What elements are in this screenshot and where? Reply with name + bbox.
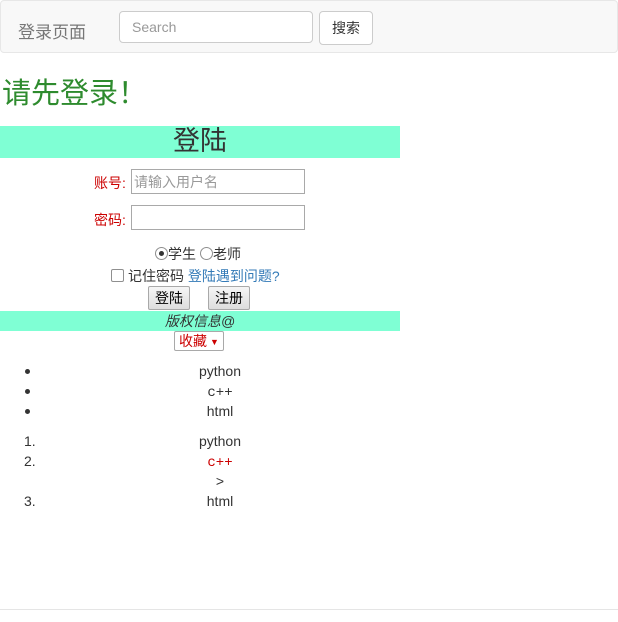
- password-input[interactable]: [131, 205, 305, 230]
- list-item-text: python: [198, 363, 242, 379]
- brand-title[interactable]: 登录页面: [18, 18, 86, 43]
- copyright-bar: 版权信息@: [0, 311, 400, 331]
- list-item: python: [0, 361, 440, 381]
- remember-row: 记住密码 登陆遇到问题?: [111, 266, 280, 286]
- favorite-select-value: 收藏: [179, 333, 207, 349]
- list-item: c++: [0, 381, 440, 401]
- list-item-text: html: [206, 403, 234, 419]
- list-item-text: html: [206, 493, 234, 509]
- register-button[interactable]: 注册: [208, 286, 250, 310]
- list-item-text: c++: [207, 385, 233, 401]
- login-panel: 登陆 账号: 密码: 学生 老师 记住密码 登陆遇到问题? 登陆 注册 版权信息@: [0, 126, 400, 331]
- list-item-text: c++: [207, 455, 233, 471]
- role-radio-group: 学生 老师: [155, 244, 241, 264]
- bullet-icon: [25, 409, 30, 414]
- list-item: html: [0, 401, 440, 421]
- role-student-label[interactable]: 学生: [168, 246, 196, 262]
- unordered-list: python c++ html: [0, 361, 440, 421]
- dropdown-arrow-icon: ▼: [210, 337, 219, 347]
- stray-text-row: >: [0, 471, 440, 491]
- remember-label[interactable]: 记住密码: [128, 268, 184, 284]
- list-number: 1.: [24, 433, 36, 449]
- list-number: 3.: [24, 493, 36, 509]
- login-panel-title: 登陆: [0, 126, 400, 158]
- login-help-link[interactable]: 登陆遇到问题?: [188, 268, 280, 284]
- page-headline: 请先登录！: [2, 76, 148, 110]
- list-item: 2. c++: [0, 451, 440, 471]
- password-label: 密码:: [94, 212, 126, 228]
- list-item: 1. python: [0, 431, 440, 451]
- top-navbar: 登录页面 搜索: [0, 0, 618, 53]
- role-teacher-label[interactable]: 老师: [213, 246, 241, 262]
- account-input[interactable]: [131, 169, 305, 194]
- list-item: 3. html: [0, 491, 440, 511]
- stray-text: >: [215, 473, 225, 489]
- search-input[interactable]: [119, 11, 313, 43]
- bullet-icon: [25, 389, 30, 394]
- role-teacher-radio[interactable]: [200, 247, 213, 260]
- account-label: 账号:: [94, 175, 126, 191]
- search-button[interactable]: 搜索: [319, 11, 373, 45]
- bullet-icon: [25, 369, 30, 374]
- remember-checkbox[interactable]: [111, 269, 124, 282]
- list-item-text: python: [198, 433, 242, 449]
- login-button[interactable]: 登陆: [148, 286, 190, 310]
- bottom-divider: [0, 609, 618, 610]
- ordered-list: 1. python 2. c++ > 3. html: [0, 431, 440, 511]
- list-number: 2.: [24, 453, 36, 469]
- favorite-select[interactable]: 收藏 ▼: [174, 331, 224, 351]
- role-student-radio[interactable]: [155, 247, 168, 260]
